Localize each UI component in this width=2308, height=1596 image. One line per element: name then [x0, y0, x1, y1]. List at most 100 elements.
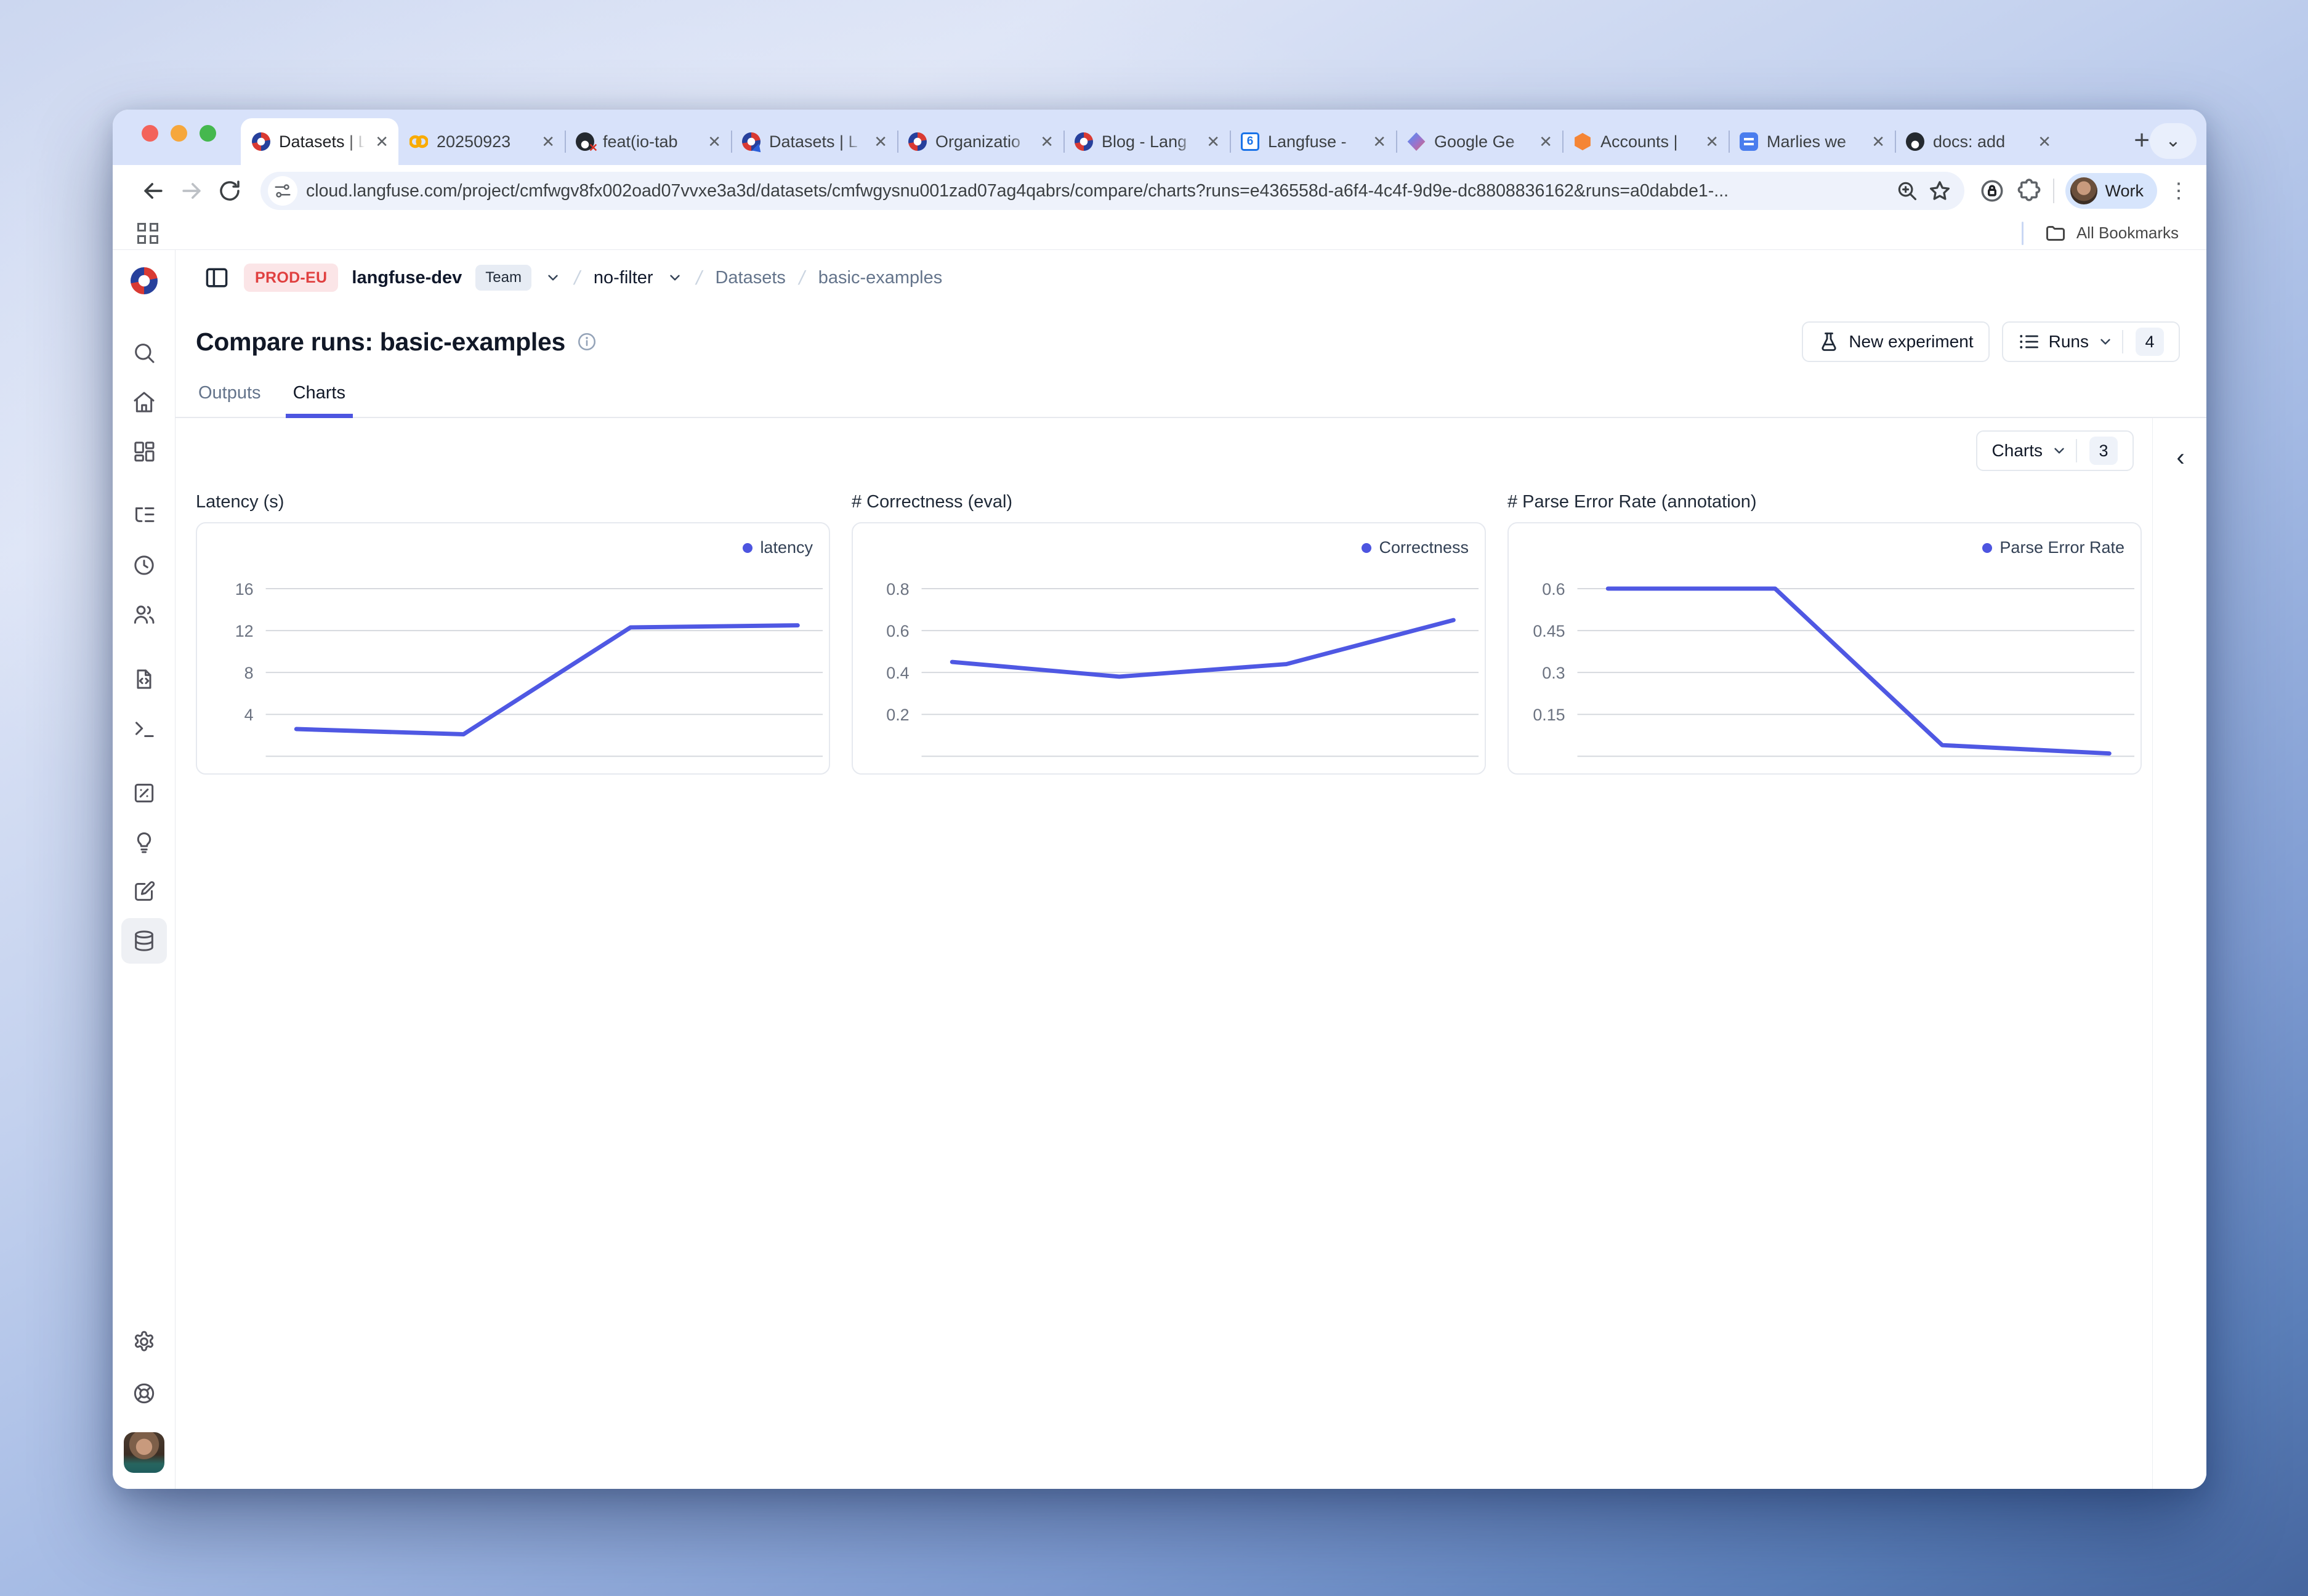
sidebar-item-users[interactable] — [121, 592, 167, 637]
tab-outputs[interactable]: Outputs — [198, 383, 261, 417]
browser-tab[interactable]: feat(io-tab✕ — [565, 118, 731, 165]
chevron-down-icon[interactable] — [545, 270, 561, 286]
browser-tab[interactable]: Marlies we ✕ — [1729, 118, 1895, 165]
back-button[interactable] — [137, 175, 169, 207]
app-sidebar — [113, 250, 176, 1489]
breadcrumb-dataset-name[interactable]: basic-examples — [818, 268, 942, 288]
apps-grid-icon[interactable] — [137, 223, 158, 244]
tab-close-icon[interactable]: ✕ — [541, 134, 555, 150]
breadcrumb-org[interactable]: langfuse-dev — [352, 268, 462, 288]
runs-button[interactable]: Runs 4 — [2002, 321, 2180, 362]
bookmarks-bar: All Bookmarks — [113, 217, 2206, 250]
charts-select-button[interactable]: Charts 3 — [1976, 430, 2134, 471]
forward-button[interactable] — [176, 175, 208, 207]
parse-error-rate-chart: 0.60.450.30.15 — [1509, 523, 2141, 773]
charts-count-badge: 3 — [2089, 437, 2118, 465]
site-settings-button[interactable] — [268, 176, 297, 206]
legend-label: Parse Error Rate — [1999, 538, 2124, 557]
tab-close-icon[interactable]: ✕ — [1539, 134, 1552, 150]
sidebar-item-annotation[interactable] — [121, 869, 167, 914]
sidebar-item-support[interactable] — [121, 1371, 167, 1416]
svg-text:0.6: 0.6 — [1542, 580, 1565, 598]
browser-tab[interactable]: Blog - Lang✕ — [1063, 118, 1230, 165]
bookmarks-separator — [2022, 222, 2024, 245]
view-tabs: Outputs Charts — [176, 362, 2206, 418]
tab-close-icon[interactable]: ✕ — [874, 134, 887, 150]
tab-title: Organizatio — [935, 132, 1031, 151]
tab-close-icon[interactable]: ✕ — [1871, 134, 1885, 150]
sidebar-item-tracing[interactable] — [121, 493, 167, 539]
environment-badge[interactable]: PROD-EU — [244, 264, 338, 292]
tab-close-icon[interactable]: ✕ — [708, 134, 721, 150]
legend-dot-icon — [1982, 543, 1992, 553]
insights-icon — [132, 830, 156, 855]
sidebar-item-evaluation[interactable] — [121, 770, 167, 816]
langfuse-sync-favicon-icon — [742, 132, 761, 151]
sidebar-item-dashboard[interactable] — [121, 429, 167, 474]
sidebar-item-datasets[interactable] — [121, 918, 167, 964]
browser-menu-button[interactable]: ⋮ — [2168, 180, 2189, 201]
browser-tab[interactable]: Datasets | L✕ — [731, 118, 897, 165]
tab-close-icon[interactable]: ✕ — [2038, 134, 2051, 150]
new-tab-button[interactable]: + — [2134, 127, 2150, 154]
close-window-icon[interactable] — [142, 125, 158, 142]
tab-strip: Datasets | L✕20250923✕feat(io-tab✕Datase… — [113, 110, 2206, 165]
tab-close-icon[interactable]: ✕ — [1040, 134, 1054, 150]
sidebar-toggle-icon[interactable] — [203, 264, 230, 291]
tune-icon — [273, 182, 292, 200]
chart-latency: Latency (s) 161284 latency — [196, 492, 830, 775]
svg-text:0.45: 0.45 — [1533, 622, 1565, 640]
password-manager-icon[interactable] — [1979, 178, 2005, 204]
zoom-page-icon[interactable] — [1895, 179, 1919, 203]
tab-close-icon[interactable]: ✕ — [375, 134, 389, 150]
org-type-badge: Team — [475, 265, 531, 291]
browser-tab[interactable]: Accounts |✕ — [1562, 118, 1729, 165]
legend-dot-icon — [743, 543, 753, 553]
sidebar-item-home[interactable] — [121, 379, 167, 425]
sidebar-item-search[interactable] — [121, 330, 167, 376]
sidebar-item-sessions[interactable] — [121, 542, 167, 588]
minimize-window-icon[interactable] — [171, 125, 187, 142]
button-divider — [2122, 330, 2123, 353]
sidebar-item-insights[interactable] — [121, 820, 167, 865]
all-bookmarks-button[interactable]: All Bookmarks — [2022, 222, 2179, 245]
series-line — [952, 620, 1453, 677]
browser-tab[interactable]: Google Ge✕ — [1396, 118, 1562, 165]
profile-chip[interactable]: Work — [2065, 173, 2157, 209]
browser-tab[interactable]: 6Langfuse -✕ — [1230, 118, 1396, 165]
info-icon[interactable] — [576, 331, 597, 352]
panel-divider — [2152, 418, 2153, 1489]
browser-tab[interactable]: 20250923✕ — [398, 118, 565, 165]
extensions-puzzle-icon[interactable] — [2016, 178, 2042, 204]
tab-charts[interactable]: Charts — [293, 383, 345, 417]
browser-tab[interactable]: docs: add ✕ — [1895, 118, 2061, 165]
langfuse-logo-icon[interactable] — [131, 267, 158, 294]
tab-search-button[interactable]: ⌄ — [2150, 123, 2197, 159]
chart-correctness: # Correctness (eval) 0.80.60.40.2 Correc… — [852, 492, 1486, 775]
breadcrumb-project[interactable]: no-filter — [594, 268, 653, 288]
browser-tab[interactable]: Datasets | L✕ — [241, 118, 398, 165]
bookmark-star-icon[interactable] — [1927, 179, 1952, 203]
sidebar-item-playground[interactable] — [121, 706, 167, 751]
browser-tab[interactable]: Organizatio ✕ — [897, 118, 1063, 165]
tab-close-icon[interactable]: ✕ — [1373, 134, 1386, 150]
sidebar-item-prompts[interactable] — [121, 656, 167, 702]
new-experiment-button[interactable]: New experiment — [1802, 321, 1989, 362]
tab-close-icon[interactable]: ✕ — [1206, 134, 1220, 150]
breadcrumb-datasets-link[interactable]: Datasets — [715, 268, 785, 288]
tab-title: Marlies we — [1767, 132, 1863, 151]
reload-button[interactable] — [214, 175, 246, 207]
charts-toolbar: Charts 3 — [176, 418, 2206, 471]
desktop-wallpaper: Datasets | L✕20250923✕feat(io-tab✕Datase… — [0, 0, 2308, 1596]
collapse-panel-button[interactable]: ‹ — [2163, 440, 2198, 475]
zoom-window-icon[interactable] — [200, 125, 216, 142]
reload-icon — [217, 178, 243, 204]
chevron-down-icon[interactable] — [667, 270, 683, 286]
user-avatar[interactable] — [124, 1432, 164, 1473]
tab-close-icon[interactable]: ✕ — [1705, 134, 1719, 150]
sidebar-item-settings[interactable] — [121, 1319, 167, 1364]
page-header: Compare runs: basic-examples New experim… — [176, 305, 2206, 362]
tab-title: docs: add — [1933, 132, 2029, 151]
url-bar[interactable]: cloud.langfuse.com/project/cmfwgv8fx002o… — [260, 172, 1964, 210]
users-icon — [132, 602, 156, 627]
